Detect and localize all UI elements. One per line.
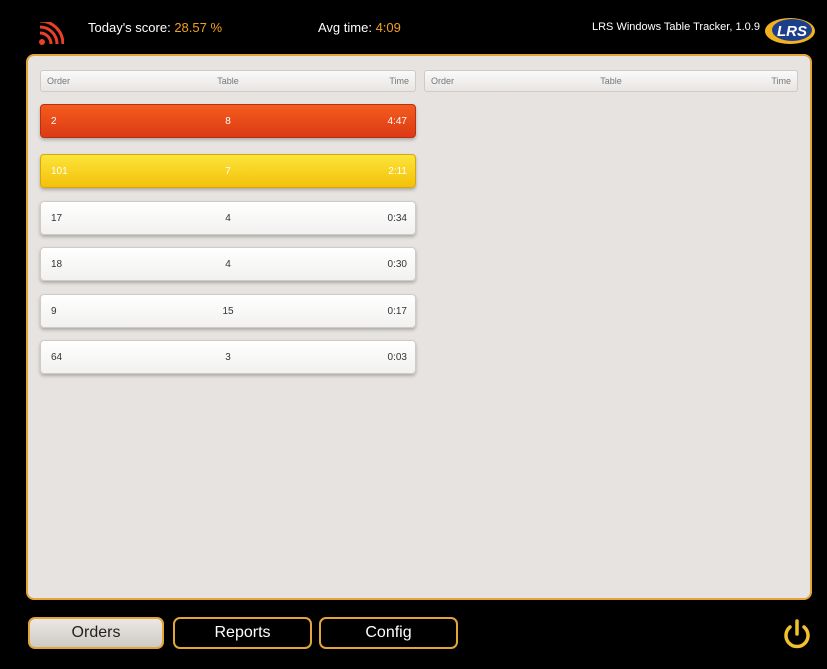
orders-button[interactable]: Orders [28, 617, 164, 649]
elapsed-time: 0:34 [387, 213, 407, 224]
top-bar: Today's score: 28.57 % Avg time: 4:09 LR… [0, 0, 827, 52]
header-table: Table [217, 76, 239, 86]
order-number: 9 [51, 306, 57, 317]
avg-time: Avg time: 4:09 [318, 20, 401, 35]
reports-button[interactable]: Reports [173, 617, 312, 649]
elapsed-time: 2:11 [388, 166, 407, 177]
score-value: 28.57 % [174, 20, 223, 35]
orders-column-left: Order Table Time 2 8 4:47 101 7 2:11 17 … [40, 70, 416, 374]
order-row[interactable]: 64 3 0:03 [40, 340, 416, 374]
header-order: Order [431, 76, 455, 86]
logo-text: LRS [777, 23, 807, 40]
elapsed-time: 4:47 [387, 116, 407, 127]
orders-panel: Order Table Time 2 8 4:47 101 7 2:11 17 … [26, 54, 812, 600]
avg-time-label: Avg time: [318, 20, 372, 35]
rss-icon [38, 22, 64, 46]
header-table: Table [600, 76, 622, 86]
table-number: 8 [225, 116, 231, 127]
todays-score: Today's score: 28.57 % [88, 20, 222, 35]
header-time: Time [389, 76, 409, 86]
app-title: LRS Windows Table Tracker, 1.0.9 [592, 21, 760, 33]
orders-column-right: Order Table Time [424, 70, 798, 92]
power-icon[interactable] [780, 618, 814, 652]
table-number: 15 [222, 306, 234, 317]
order-number: 101 [51, 166, 68, 177]
order-row[interactable]: 18 4 0:30 [40, 247, 416, 281]
header-order: Order [47, 76, 71, 86]
order-number: 18 [51, 259, 63, 270]
table-number: 4 [225, 213, 231, 224]
order-number: 2 [51, 116, 57, 127]
elapsed-time: 0:17 [387, 306, 407, 317]
elapsed-time: 0:30 [387, 259, 407, 270]
config-button[interactable]: Config [319, 617, 458, 649]
order-number: 17 [51, 213, 63, 224]
column-header-left: Order Table Time [40, 70, 416, 92]
elapsed-time: 0:03 [387, 352, 407, 363]
header-time: Time [771, 76, 791, 86]
score-label: Today's score: [88, 20, 171, 35]
table-number: 3 [225, 352, 231, 363]
order-row[interactable]: 9 15 0:17 [40, 294, 416, 328]
order-row[interactable]: 17 4 0:34 [40, 201, 416, 235]
column-header-right: Order Table Time [424, 70, 798, 92]
avg-time-value: 4:09 [375, 20, 401, 35]
lrs-logo: LRS [765, 18, 815, 44]
table-number: 7 [225, 166, 231, 177]
order-row[interactable]: 2 8 4:47 [40, 104, 416, 138]
order-number: 64 [51, 352, 63, 363]
order-row[interactable]: 101 7 2:11 [40, 154, 416, 188]
table-number: 4 [225, 259, 231, 270]
